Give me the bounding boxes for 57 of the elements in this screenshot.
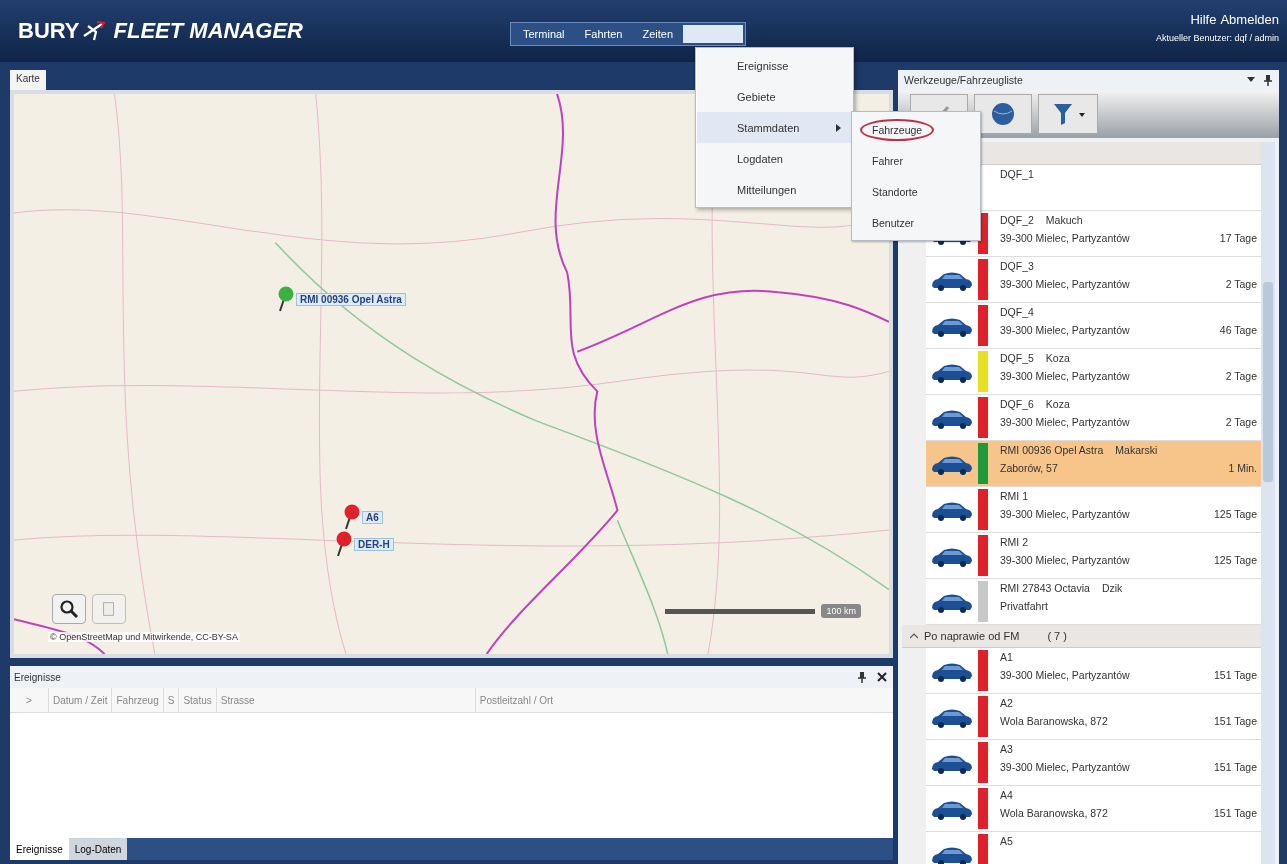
vehicle-name: A5 (1000, 835, 1013, 849)
vehicle-name: A4 (1000, 789, 1013, 803)
vehicle-address: 39-300 Mielec, Partyzantów (1000, 669, 1130, 683)
vehicle-name: RMI 00936 Opel Astra (1000, 444, 1104, 458)
vehicle-name: DQF_3 (1000, 260, 1034, 274)
last-seen: 125 Tage (1214, 508, 1257, 522)
panel-title: Werkzeuge/Fahrzeugliste (904, 74, 1023, 86)
vehicle-name: RMI 2 (1000, 536, 1028, 550)
vehicle-address: 39-300 Mielec, Partyzantów (1000, 416, 1130, 430)
last-seen: 151 Tage (1214, 807, 1257, 821)
vehicle-name: DQF_1 (1000, 168, 1034, 182)
panel-title: Ereignisse (14, 671, 61, 683)
group-count: ( 7 ) (1047, 630, 1067, 642)
group-title: Po naprawie od FM (924, 630, 1020, 642)
current-user: Aktueller Benutzer: dqf / admin (1155, 33, 1279, 43)
map-attribution: © OpenStreetMap und Mitwirkende, CC-BY-SA (48, 632, 240, 642)
vehicle-address: 39-300 Mielec, Partyzantów (1000, 508, 1130, 522)
driver-name: Makarski (1115, 444, 1158, 458)
driver-name: Makuch (1045, 214, 1083, 228)
marker-label: A6 (362, 510, 383, 524)
marker-label: RMI 00936 Opel Astra (296, 292, 406, 306)
vehicle-name: A3 (1000, 743, 1013, 757)
last-seen: 2 Tage (1225, 278, 1257, 292)
driver-name: Dzik (1101, 582, 1123, 596)
vehicle-name: DQF_5 (1000, 352, 1034, 366)
last-seen: 46 Tage (1219, 324, 1257, 338)
vehicle-name: RMI 27843 Octavia (1000, 582, 1090, 596)
vehicle-address: Wola Baranowska, 872 (1000, 715, 1108, 729)
vehicle-address: Privatfahrt (1000, 600, 1048, 614)
vehicle-address: 39-300 Mielec, Partyzantów (1000, 370, 1130, 384)
driver-name: Koza (1045, 352, 1070, 366)
last-seen: 151 Tage (1214, 669, 1257, 683)
vehicle-address: 39-300 Mielec, Partyzantów (1000, 761, 1130, 775)
driver-name: Koza (1045, 398, 1070, 412)
vehicle-address: Zaborów, 57 (1000, 462, 1058, 476)
vehicle-address: 39-300 Mielec, Partyzantów (1000, 232, 1130, 246)
vehicle-address: 39-300 Mielec, Partyzantów (1000, 278, 1130, 292)
vehicle-name: RMI 1 (1000, 490, 1028, 504)
last-seen: 151 Tage (1214, 761, 1257, 775)
marker-label: DER-H (354, 537, 394, 551)
vehicle-name: DQF_6 (1000, 398, 1034, 412)
last-seen: 2 Tage (1225, 370, 1257, 384)
scale-label: 100 km (821, 604, 861, 618)
vehicle-address: Wola Baranowska, 872 (1000, 807, 1108, 821)
last-seen: 1 Min. (1228, 462, 1257, 476)
vehicle-name: A1 (1000, 651, 1013, 665)
vehicle-address: 39-300 Mielec, Partyzantów (1000, 324, 1130, 338)
vehicle-address: 39-300 Mielec, Partyzantów (1000, 554, 1130, 568)
last-seen: 151 Tage (1214, 715, 1257, 729)
last-seen: 125 Tage (1214, 554, 1257, 568)
logo-product: FLEET MANAGER (113, 18, 303, 44)
vehicle-name: DQF_2 (1000, 214, 1034, 228)
last-seen: 2 Tage (1225, 416, 1257, 430)
last-seen: 17 Tage (1219, 232, 1257, 246)
vehicle-name: DQF_4 (1000, 306, 1034, 320)
vehicle-name: A2 (1000, 697, 1013, 711)
logo-brand: BURY (18, 18, 80, 44)
